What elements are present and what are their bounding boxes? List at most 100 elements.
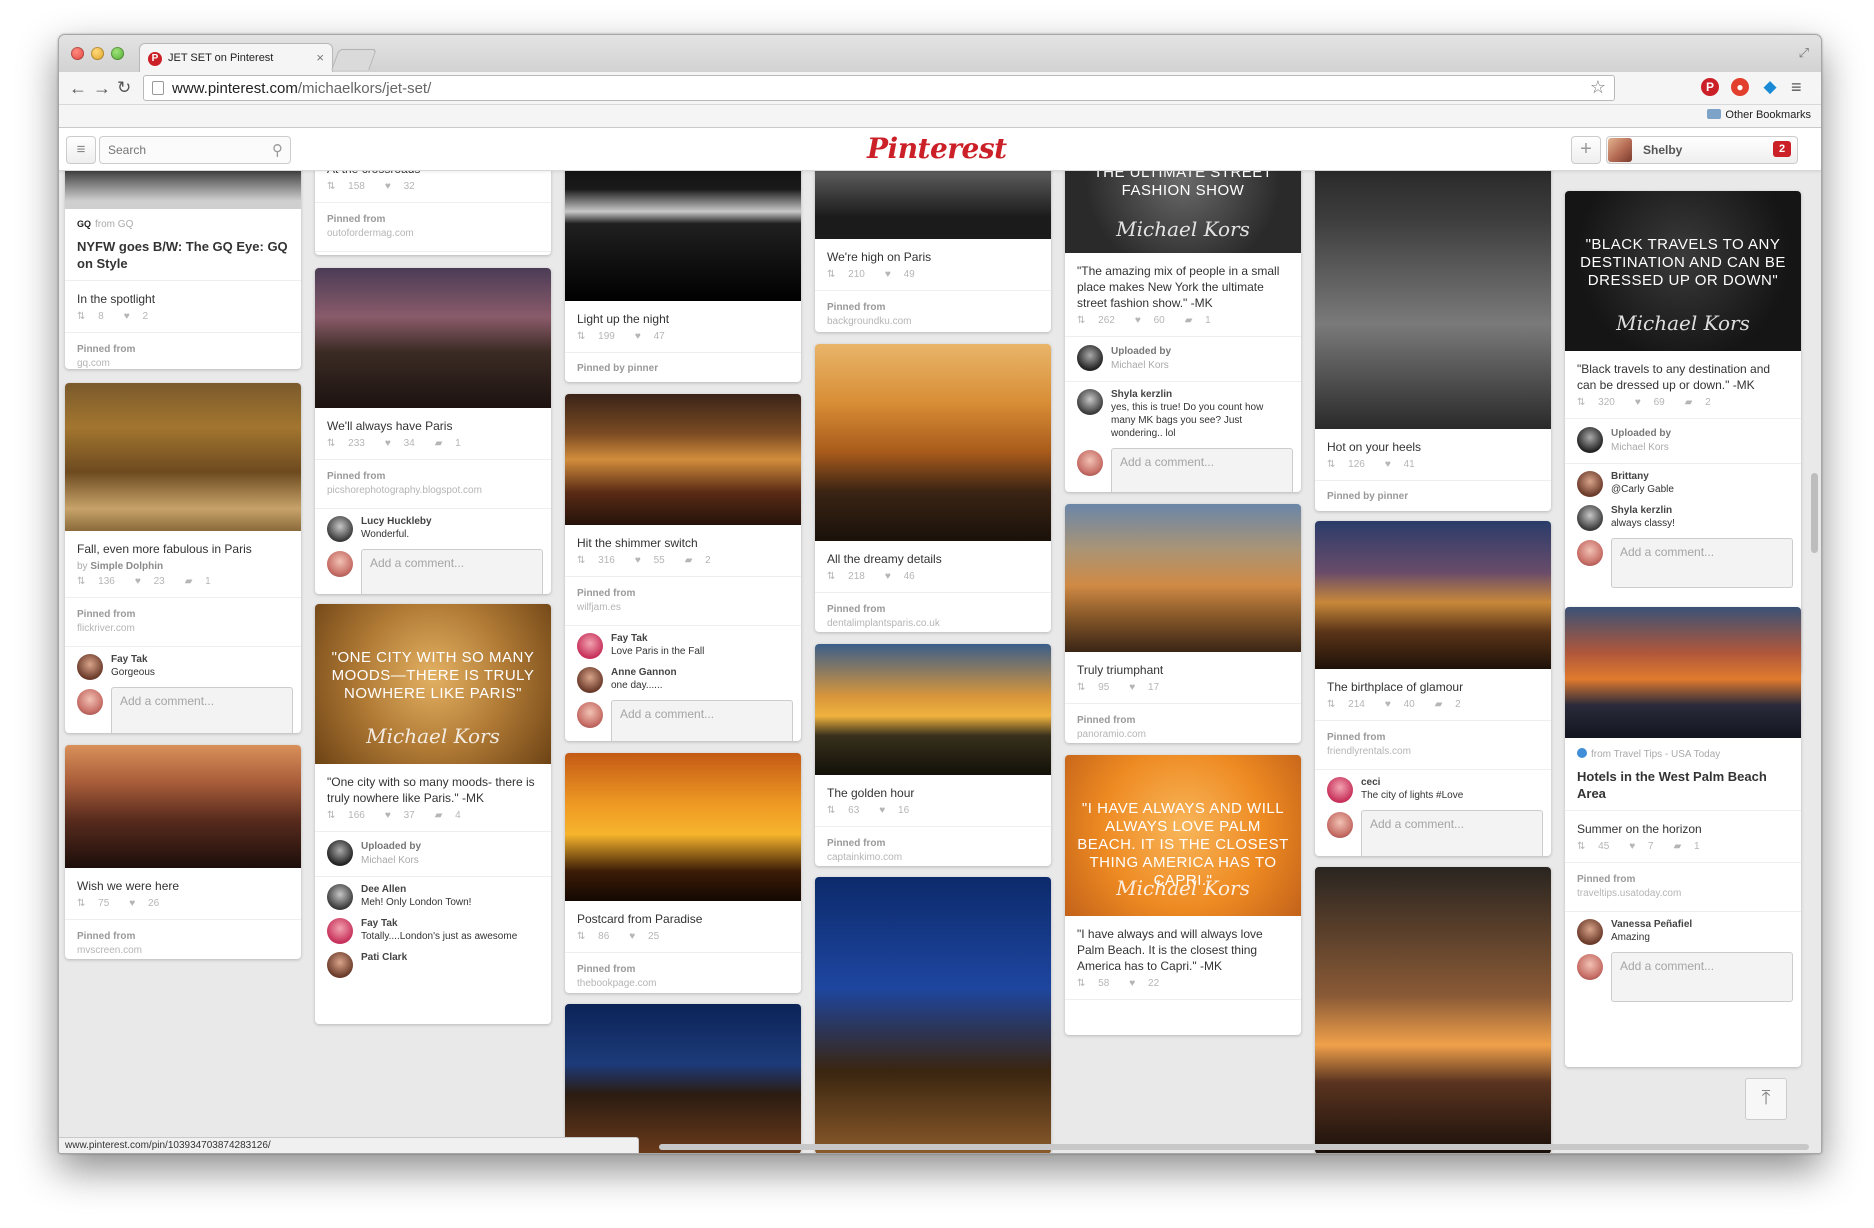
- pinned-from-domain[interactable]: captainkimo.com: [827, 851, 1039, 865]
- avatar[interactable]: [1077, 345, 1103, 371]
- pin-headline[interactable]: Hotels in the West Palm Beach Area: [1565, 760, 1801, 811]
- pin-card[interactable]: [1315, 867, 1551, 1153]
- commenter-name[interactable]: Anne Gannon: [611, 666, 789, 679]
- pin-image[interactable]: [1315, 867, 1551, 1153]
- pin-card[interactable]: from Travel Tips - USA Today Hotels in th…: [1565, 607, 1801, 1067]
- pin-image[interactable]: [565, 394, 801, 525]
- pin-card[interactable]: The golden hour ⇅ 63 ♥ 16 Pinned from captai…: [815, 644, 1051, 866]
- avatar[interactable]: [327, 918, 353, 944]
- menu-icon[interactable]: ≡: [1791, 77, 1802, 98]
- pinned-from[interactable]: Pinned from thebookpage.com: [565, 953, 801, 993]
- avatar[interactable]: [327, 516, 353, 542]
- commenter-name[interactable]: Vanessa Peñafiel: [1611, 918, 1789, 931]
- pin-card[interactable]: "I have always and will always love Palm…: [1065, 755, 1301, 1035]
- gem-icon[interactable]: ◆: [1761, 78, 1779, 96]
- comment-input[interactable]: [111, 687, 293, 733]
- pinned-by[interactable]: Pinned by pinner: [1315, 481, 1551, 511]
- pin-card[interactable]: Wish we were here ⇅ 75 ♥ 26 Pinned from mvsc…: [65, 745, 301, 959]
- reload-icon[interactable]: ↻: [117, 77, 131, 99]
- pin-card[interactable]: "Black travels to any destination and ca…: [1565, 191, 1801, 673]
- pinned-from-domain[interactable]: picshorephotography.blogspot.com: [327, 484, 539, 498]
- avatar[interactable]: [327, 952, 353, 978]
- avatar[interactable]: [1577, 471, 1603, 497]
- pinned-from-domain[interactable]: mvscreen.com: [77, 944, 289, 958]
- back-arrow-icon[interactable]: ←: [69, 77, 87, 99]
- pin-card[interactable]: The ultimate street fashion show Michael …: [1065, 129, 1301, 492]
- search-input[interactable]: [108, 143, 258, 157]
- commenter-name[interactable]: ceci: [1361, 776, 1539, 789]
- other-bookmarks[interactable]: Other Bookmarks: [1707, 109, 1811, 121]
- avatar[interactable]: [327, 840, 353, 866]
- avatar[interactable]: [1577, 427, 1603, 453]
- pin-image[interactable]: [565, 753, 801, 901]
- pin-card[interactable]: All the dreamy details ⇅ 218 ♥ 46 Pinned fr…: [815, 344, 1051, 632]
- tab-close-icon[interactable]: ×: [316, 50, 324, 65]
- commenter-name[interactable]: Lucy Huckleby: [361, 515, 539, 528]
- star-icon[interactable]: ☆: [1590, 77, 1606, 98]
- pinned-from[interactable]: Pinned from friendlyrentals.com: [1315, 721, 1551, 770]
- pinned-from[interactable]: Pinned from traveltips.usatoday.com: [1565, 863, 1801, 912]
- pin-source-text[interactable]: from Travel Tips - USA Today: [1591, 749, 1720, 760]
- pinned-from[interactable]: Pinned from outofordermag.com: [315, 203, 551, 252]
- pinned-from-domain[interactable]: traveltips.usatoday.com: [1577, 887, 1789, 901]
- pinned-from-domain[interactable]: panoramio.com: [1077, 728, 1289, 742]
- pinned-from-domain[interactable]: thebookpage.com: [577, 977, 789, 991]
- pin-card[interactable]: The birthplace of glamour ⇅ 214 ♥ 40 ▰ 2 Pin…: [1315, 521, 1551, 856]
- pin-card[interactable]: [815, 877, 1051, 1153]
- close-window-button[interactable]: [71, 47, 84, 60]
- pin-image[interactable]: [315, 268, 551, 408]
- pinned-by[interactable]: Pinned by pinner: [565, 353, 801, 382]
- minimize-window-button[interactable]: [91, 47, 104, 60]
- avatar[interactable]: [327, 884, 353, 910]
- comment-input[interactable]: [1611, 538, 1793, 588]
- pin-card[interactable]: Hot on your heels ⇅ 126 ♥ 41 Pinned by pinn…: [1315, 129, 1551, 511]
- notification-badge[interactable]: 2: [1773, 141, 1791, 157]
- pin-image[interactable]: [815, 644, 1051, 775]
- pin-image[interactable]: "One city with so many moods—there is tr…: [315, 604, 551, 764]
- avatar[interactable]: [77, 654, 103, 680]
- vertical-scrollbar[interactable]: [1810, 173, 1819, 1143]
- pin-image[interactable]: [815, 877, 1051, 1153]
- pin-image[interactable]: "I have always and will always love Palm…: [1065, 755, 1301, 916]
- pinterest-extension-icon[interactable]: P: [1701, 78, 1719, 96]
- pinned-from[interactable]: Pinned from backgroundku.com: [815, 291, 1051, 332]
- uploaded-by[interactable]: Uploaded by Michael Kors: [1565, 419, 1801, 464]
- pinned-from[interactable]: Pinned from wilfjam.es: [565, 577, 801, 626]
- horizontal-scrollbar[interactable]: [659, 1143, 1809, 1151]
- pin-card[interactable]: Hit the shimmer switch ⇅ 316 ♥ 55 ▰ 2 Pinned…: [565, 394, 801, 741]
- scroll-to-top-button[interactable]: ⤒: [1745, 1078, 1787, 1120]
- comment-input[interactable]: [1111, 448, 1293, 492]
- user-menu-button[interactable]: Shelby 2: [1606, 136, 1798, 164]
- avatar[interactable]: [577, 667, 603, 693]
- pinned-from-domain[interactable]: backgroundku.com: [827, 315, 1039, 329]
- pinned-from-domain[interactable]: friendlyrentals.com: [1327, 745, 1539, 759]
- uploader-name[interactable]: Michael Kors: [361, 854, 539, 868]
- pinterest-logo[interactable]: Pinterest: [867, 132, 1007, 165]
- avatar[interactable]: [1327, 777, 1353, 803]
- uploader-name[interactable]: Michael Kors: [1611, 441, 1789, 455]
- commenter-name[interactable]: Dee Allen: [361, 883, 539, 896]
- pinned-from[interactable]: Pinned from picshorephotography.blogspot.…: [315, 460, 551, 509]
- hscroll-thumb[interactable]: [659, 1144, 1809, 1150]
- avatar[interactable]: [1577, 505, 1603, 531]
- pin-image[interactable]: [65, 383, 301, 531]
- pin-card[interactable]: Postcard from Paradise ⇅ 86 ♥ 25 Pinned fro…: [565, 753, 801, 993]
- pin-image[interactable]: [1315, 129, 1551, 429]
- pin-card[interactable]: We'll always have Paris ⇅ 233 ♥ 34 ▰ 1 Pinne…: [315, 268, 551, 594]
- pinned-from[interactable]: Pinned from dentalimplantsparis.co.uk: [815, 593, 1051, 632]
- pin-card[interactable]: [565, 1004, 801, 1153]
- commenter-name[interactable]: Brittany: [1611, 470, 1789, 483]
- pin-image[interactable]: [815, 344, 1051, 541]
- search-icon[interactable]: ⚲: [272, 141, 283, 159]
- resize-icon[interactable]: ⤢: [1799, 45, 1809, 61]
- hamburger-menu-icon[interactable]: ≡: [66, 136, 96, 164]
- pin-image[interactable]: [1065, 504, 1301, 652]
- pin-card[interactable]: Truly triumphant ⇅ 95 ♥ 17 Pinned from panor…: [1065, 504, 1301, 743]
- avatar[interactable]: [1577, 919, 1603, 945]
- comment-input[interactable]: [1361, 810, 1543, 856]
- commenter-name[interactable]: Fay Tak: [611, 632, 789, 645]
- pin-headline[interactable]: NYFW goes B/W: The GQ Eye: GQ on Style: [65, 230, 301, 281]
- pin-card[interactable]: Fall, even more fabulous in Paris by Simp…: [65, 383, 301, 733]
- commenter-name[interactable]: Shyla kerzlin: [1611, 504, 1789, 517]
- uploader-name[interactable]: Michael Kors: [1111, 359, 1289, 373]
